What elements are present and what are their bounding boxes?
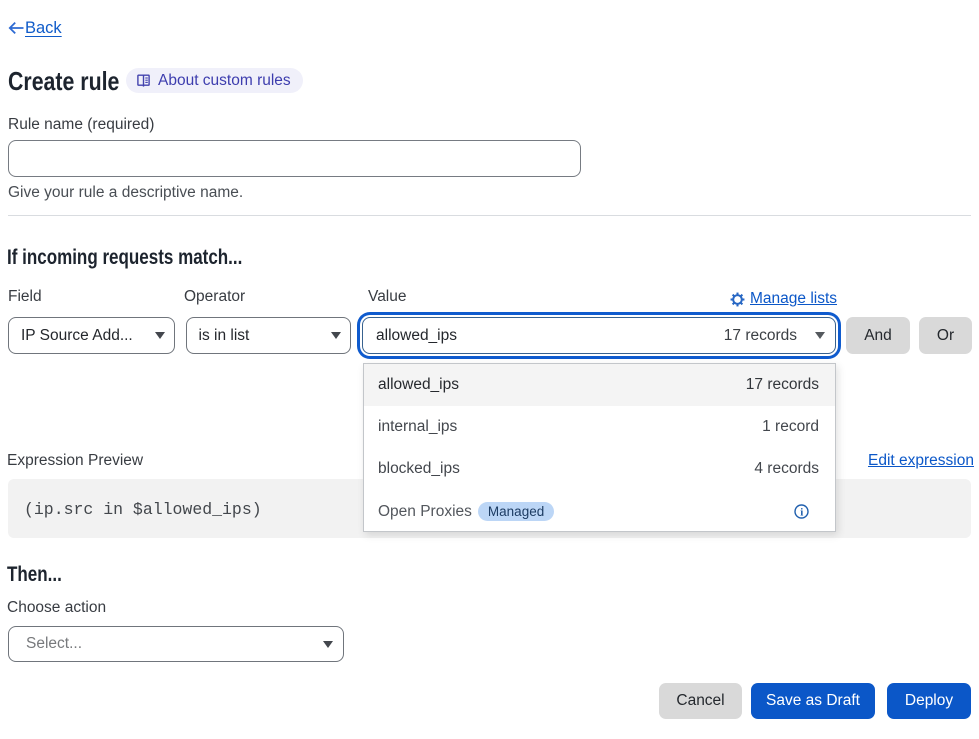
svg-text:i: i: [800, 506, 803, 518]
